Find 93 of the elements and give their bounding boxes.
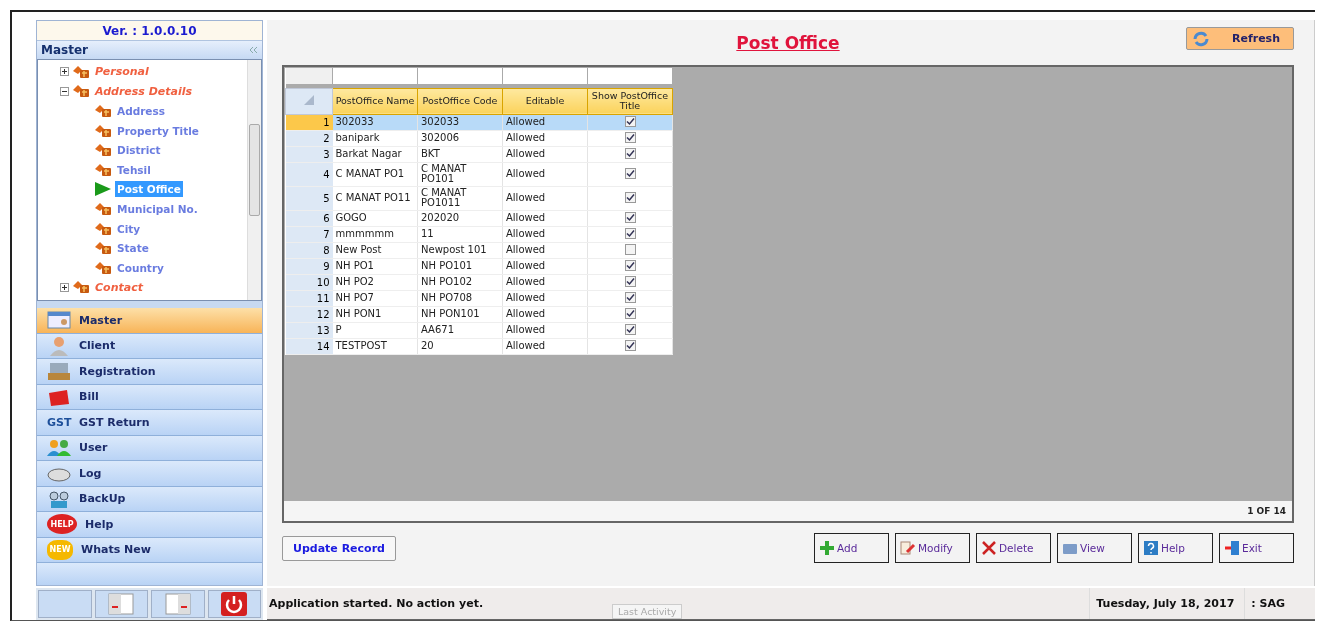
- tree-item[interactable]: Address: [115, 103, 167, 119]
- update-record-button[interactable]: Update Record: [282, 535, 396, 561]
- version-label: Ver. : 1.0.0.10: [37, 21, 262, 41]
- cash-register-icon: [47, 361, 71, 382]
- tree-item[interactable]: Property Title: [115, 122, 201, 139]
- last-activity-label: Last Activity: [612, 604, 683, 619]
- status-message: Application started. No action yet.: [268, 597, 485, 611]
- help-button[interactable]: Help: [1138, 533, 1213, 563]
- node-icon: [94, 143, 112, 158]
- nav-item[interactable]: BackUp: [37, 486, 262, 512]
- collapse-icon[interactable]: [60, 86, 69, 96]
- status-user: : SAG: [1244, 588, 1315, 619]
- checkbox[interactable]: [624, 147, 636, 159]
- checkbox[interactable]: [624, 115, 636, 127]
- tree-item[interactable]: Tehsil: [115, 161, 153, 178]
- checkbox[interactable]: [624, 243, 636, 255]
- column-header[interactable]: PostOffice Name: [332, 88, 418, 114]
- column-header[interactable]: Editable: [502, 88, 588, 114]
- node-icon: [94, 241, 112, 256]
- nav-item[interactable]: HELP Help: [37, 512, 262, 538]
- new-badge-icon: NEW: [47, 539, 73, 560]
- node-icon: [94, 104, 112, 118]
- checkbox[interactable]: [624, 276, 636, 288]
- corner-triangle-icon: [304, 95, 314, 105]
- users-icon: [47, 437, 71, 458]
- node-icon: [94, 123, 112, 138]
- filter-field[interactable]: [587, 68, 673, 84]
- node-icon: [94, 201, 112, 216]
- checkbox[interactable]: [624, 292, 636, 304]
- delete-button[interactable]: Delete: [976, 533, 1051, 563]
- node-icon: [94, 260, 112, 275]
- gst-logo: GST: [47, 415, 71, 429]
- nav-item[interactable]: Log: [37, 461, 262, 487]
- status-date: Tuesday, July 18, 2017: [1089, 588, 1245, 619]
- nav-item[interactable]: NEW Whats New: [37, 537, 262, 563]
- tree-item[interactable]: Municipal No.: [115, 200, 200, 217]
- column-header[interactable]: Show PostOffice Title: [587, 88, 673, 114]
- nav-item[interactable]: Bill: [37, 384, 262, 410]
- expand-icon[interactable]: [60, 67, 69, 77]
- modify-button[interactable]: Modify: [895, 533, 970, 563]
- checkbox[interactable]: [624, 324, 636, 336]
- nav-item[interactable]: Master: [37, 308, 262, 334]
- close-icon: [981, 540, 997, 556]
- expand-icon[interactable]: [60, 282, 69, 292]
- node-icon: [72, 280, 90, 295]
- tree-item[interactable]: Country: [115, 259, 166, 276]
- column-header[interactable]: PostOffice Code: [417, 88, 503, 114]
- row-number[interactable]: 5: [285, 186, 333, 210]
- nav-item[interactable]: Client: [37, 333, 262, 359]
- window-icon: [164, 593, 191, 616]
- view-button[interactable]: View: [1057, 533, 1132, 563]
- row-number[interactable]: 4: [285, 162, 333, 186]
- person-icon: [47, 335, 71, 356]
- refresh-button[interactable]: Refresh: [1186, 27, 1294, 50]
- filter-field[interactable]: [417, 68, 503, 84]
- record-count: 1 OF 14: [1247, 506, 1286, 516]
- checkbox[interactable]: [624, 308, 636, 320]
- tree-title: Master: [41, 43, 88, 57]
- checkbox[interactable]: [624, 211, 636, 223]
- checkbox[interactable]: [624, 191, 636, 203]
- nav-item[interactable]: User: [37, 435, 262, 461]
- power-button[interactable]: [207, 590, 261, 618]
- add-button[interactable]: Add: [814, 533, 889, 563]
- refresh-icon: [1192, 30, 1210, 47]
- node-icon: [72, 84, 90, 99]
- edit-icon: [900, 540, 916, 556]
- help-icon: [1143, 540, 1159, 556]
- play-arrow-icon: [94, 182, 112, 197]
- tree-item[interactable]: City: [115, 220, 143, 237]
- plus-icon: [819, 540, 835, 556]
- tree-item[interactable]: State: [115, 240, 151, 257]
- checkbox[interactable]: [624, 167, 636, 179]
- checkbox[interactable]: [624, 340, 636, 352]
- filter-field[interactable]: [502, 68, 588, 84]
- form-icon: [47, 310, 71, 331]
- power-icon: [221, 592, 248, 617]
- filter-field[interactable]: [332, 68, 418, 84]
- page-title: Post Office: [736, 32, 840, 53]
- nav-item[interactable]: GST GST Return: [37, 410, 262, 436]
- exit-button[interactable]: Exit: [1219, 533, 1294, 563]
- node-icon: [72, 64, 90, 79]
- checkbox[interactable]: [624, 260, 636, 272]
- node-icon: [94, 162, 112, 177]
- backup-icon: [47, 488, 71, 509]
- window-icon: [108, 593, 135, 616]
- help-button-icon: HELP: [47, 514, 77, 535]
- checkbox[interactable]: [624, 131, 636, 143]
- nav-item[interactable]: Registration: [37, 359, 262, 385]
- scrollbar[interactable]: [247, 60, 261, 300]
- checkbox[interactable]: [624, 227, 636, 239]
- node-icon: [94, 221, 112, 236]
- tree-item[interactable]: District: [115, 142, 163, 159]
- exit-door-icon: [1224, 540, 1240, 556]
